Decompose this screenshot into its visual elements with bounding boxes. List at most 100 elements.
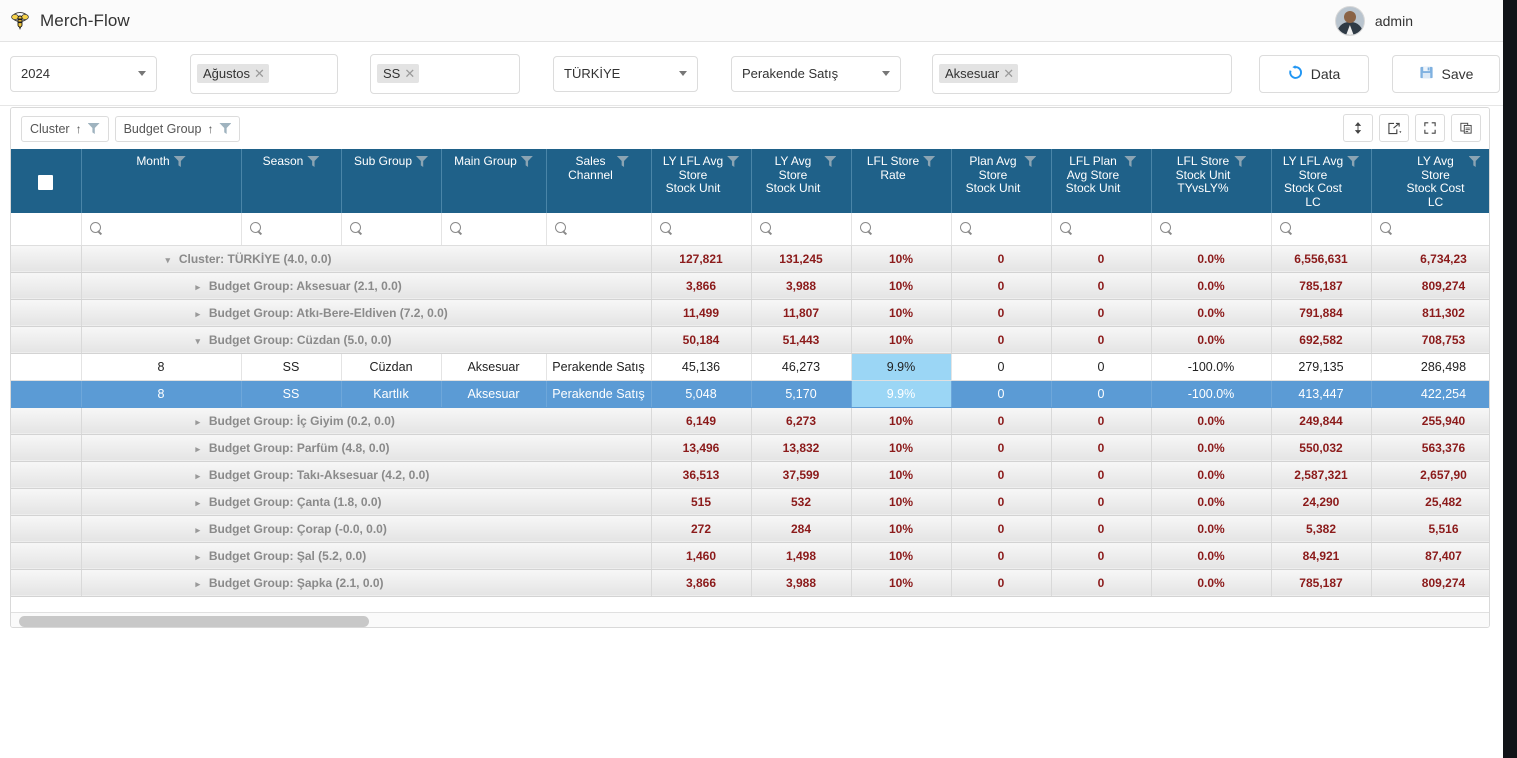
funnel-icon[interactable] <box>1347 156 1360 167</box>
funnel-icon[interactable] <box>616 156 629 167</box>
table-group-row[interactable]: ▾ Budget Group: Cüzdan (5.0, 0.0) 50,184 5… <box>11 326 1489 354</box>
column-ly-lfl-avg-store-stock-cost-lc[interactable]: LY LFL Avg Store Stock Cost LC <box>1271 149 1372 213</box>
column-ly-avg-store-stock-cost-lc[interactable]: LY Avg Store Stock Cost LC <box>1371 149 1489 213</box>
table-group-row[interactable]: ▸ Budget Group: Şal (5.2, 0.0) 1,460 1,498… <box>11 542 1489 570</box>
column-plan-avg-store-stock-unit-search-input[interactable] <box>951 213 1052 246</box>
funnel-icon[interactable] <box>727 156 740 167</box>
table-cell[interactable]: SS <box>241 380 342 408</box>
funnel-icon[interactable] <box>1124 156 1137 167</box>
table-group-row[interactable]: ▸ Budget Group: Çanta (1.8, 0.0) 515 532 10… <box>11 488 1489 516</box>
table-row[interactable]: 8 SS Kartlık Aksesuar Perakende Satış 5,048 5,… <box>11 380 1489 408</box>
table-cell[interactable]: 9.9% <box>851 353 952 381</box>
row-height-button[interactable] <box>1343 114 1373 142</box>
funnel-icon[interactable] <box>1024 156 1037 167</box>
row-select-cell[interactable] <box>11 407 82 435</box>
row-group-chip-cluster[interactable]: Cluster ↑ <box>21 115 109 142</box>
group-row-label[interactable]: ▸ Budget Group: İç Giyim (0.2, 0.0) <box>81 407 652 435</box>
column-sales-channel[interactable]: Sales Channel <box>546 149 652 213</box>
table-cell[interactable]: 413,447 <box>1271 380 1372 408</box>
column-ly-lfl-avg-store-stock-unit-search-input[interactable] <box>651 213 752 246</box>
group-row-label[interactable]: ▾ Cluster: TÜRKİYE (4.0, 0.0) <box>81 245 652 273</box>
table-cell[interactable]: Perakende Satış <box>546 353 652 381</box>
season-tag[interactable]: SS ✕ <box>377 64 420 83</box>
table-cell[interactable]: 45,136 <box>651 353 752 381</box>
row-select-cell[interactable] <box>11 245 82 273</box>
sort-asc-icon[interactable]: ↑ <box>76 122 82 136</box>
column-plan-avg-store-stock-unit[interactable]: Plan Avg Store Stock Unit <box>951 149 1052 213</box>
table-group-row[interactable]: ▾ Cluster: TÜRKİYE (4.0, 0.0) 127,821 131,… <box>11 245 1489 273</box>
table-cell[interactable]: 8 <box>81 353 242 381</box>
chevron-right-icon[interactable]: ▸ <box>196 417 206 428</box>
funnel-icon[interactable] <box>416 156 429 167</box>
table-cell[interactable]: 5,170 <box>751 380 852 408</box>
table-group-row[interactable]: ▸ Budget Group: Aksesuar (2.1, 0.0) 3,866… <box>11 272 1489 300</box>
column-lfl-plan-avg-store-stock-unit-search-input[interactable] <box>1051 213 1152 246</box>
row-select-cell[interactable] <box>11 353 82 381</box>
select-all-column[interactable] <box>11 149 82 213</box>
table-cell[interactable]: 422,254 <box>1371 380 1489 408</box>
table-cell[interactable]: Aksesuar <box>441 353 547 381</box>
month-multiselect[interactable]: Ağustos ✕ <box>190 53 338 94</box>
column-lfl-store-stock-unit-tyvsly[interactable]: LFL Store Stock Unit TYvsLY% <box>1151 149 1272 213</box>
row-select-cell[interactable] <box>11 326 82 354</box>
table-cell[interactable]: Cüzdan <box>341 353 442 381</box>
budget-group-tag[interactable]: Aksesuar ✕ <box>939 64 1019 83</box>
table-cell[interactable]: 286,498 <box>1371 353 1489 381</box>
table-cell[interactable]: 46,273 <box>751 353 852 381</box>
month-tag[interactable]: Ağustos ✕ <box>197 64 269 83</box>
table-cell[interactable]: 0 <box>1051 353 1152 381</box>
funnel-icon[interactable] <box>173 156 186 167</box>
row-select-cell[interactable] <box>11 380 82 408</box>
row-select-cell[interactable] <box>11 299 82 327</box>
column-lfl-store-stock-unit-tyvsly-search-input[interactable] <box>1151 213 1272 246</box>
group-row-label[interactable]: ▸ Budget Group: Aksesuar (2.1, 0.0) <box>81 272 652 300</box>
export-button[interactable] <box>1379 114 1409 142</box>
copy-button[interactable] <box>1451 114 1481 142</box>
chevron-down-icon[interactable]: ▾ <box>196 336 206 347</box>
funnel-icon[interactable] <box>1234 156 1247 167</box>
table-cell[interactable]: 8 <box>81 380 242 408</box>
column-lfl-store-rate[interactable]: LFL Store Rate <box>851 149 952 213</box>
column-sub-group[interactable]: Sub Group <box>341 149 442 213</box>
data-button[interactable]: Data <box>1259 54 1369 93</box>
chevron-right-icon[interactable]: ▸ <box>196 282 206 293</box>
fullscreen-button[interactable] <box>1415 114 1445 142</box>
table-cell[interactable]: 0 <box>951 380 1052 408</box>
table-cell[interactable]: 279,135 <box>1271 353 1372 381</box>
column-main-group-search-input[interactable] <box>441 213 547 246</box>
row-select-cell[interactable] <box>11 542 82 570</box>
column-month[interactable]: Month <box>81 149 242 213</box>
column-ly-avg-store-stock-cost-lc-search-input[interactable] <box>1371 213 1489 246</box>
column-sub-group-search-input[interactable] <box>341 213 442 246</box>
chevron-right-icon[interactable]: ▸ <box>196 309 206 320</box>
column-ly-avg-store-stock-unit-search-input[interactable] <box>751 213 852 246</box>
column-lfl-store-rate-search-input[interactable] <box>851 213 952 246</box>
table-group-row[interactable]: ▸ Budget Group: İç Giyim (0.2, 0.0) 6,149… <box>11 407 1489 435</box>
group-row-label[interactable]: ▸ Budget Group: Atkı-Bere-Eldiven (7.2, … <box>81 299 652 327</box>
budget-group-multiselect[interactable]: Aksesuar ✕ <box>932 53 1232 94</box>
close-icon[interactable]: ✕ <box>404 67 415 80</box>
table-cell[interactable]: -100.0% <box>1151 353 1272 381</box>
funnel-icon[interactable] <box>824 156 837 167</box>
column-ly-avg-store-stock-unit[interactable]: LY Avg Store Stock Unit <box>751 149 852 213</box>
close-icon[interactable]: ✕ <box>254 67 265 80</box>
user-menu[interactable]: admin <box>1334 0 1413 42</box>
group-row-label[interactable]: ▸ Budget Group: Şal (5.2, 0.0) <box>81 542 652 570</box>
table-cell[interactable]: -100.0% <box>1151 380 1272 408</box>
group-row-label[interactable]: ▸ Budget Group: Parfüm (4.8, 0.0) <box>81 434 652 462</box>
column-ly-lfl-avg-store-stock-unit[interactable]: LY LFL Avg Store Stock Unit <box>651 149 752 213</box>
sales-channel-select[interactable]: Perakende Satış <box>731 55 901 92</box>
row-group-chip-budget-group[interactable]: Budget Group ↑ <box>114 115 241 142</box>
funnel-icon[interactable] <box>307 156 320 167</box>
chevron-right-icon[interactable]: ▸ <box>196 471 206 482</box>
table-cell[interactable]: 0 <box>951 353 1052 381</box>
funnel-icon[interactable] <box>87 123 100 134</box>
funnel-icon[interactable] <box>1468 156 1481 167</box>
table-cell[interactable]: SS <box>241 353 342 381</box>
chevron-right-icon[interactable]: ▸ <box>196 525 206 536</box>
sort-asc-icon[interactable]: ↑ <box>207 122 213 136</box>
horizontal-scrollbar[interactable] <box>11 612 1489 627</box>
group-row-label[interactable]: ▸ Budget Group: Şapka (2.1, 0.0) <box>81 569 652 597</box>
column-main-group[interactable]: Main Group <box>441 149 547 213</box>
table-group-row[interactable]: ▸ Budget Group: Takı-Aksesuar (4.2, 0.0)… <box>11 461 1489 489</box>
